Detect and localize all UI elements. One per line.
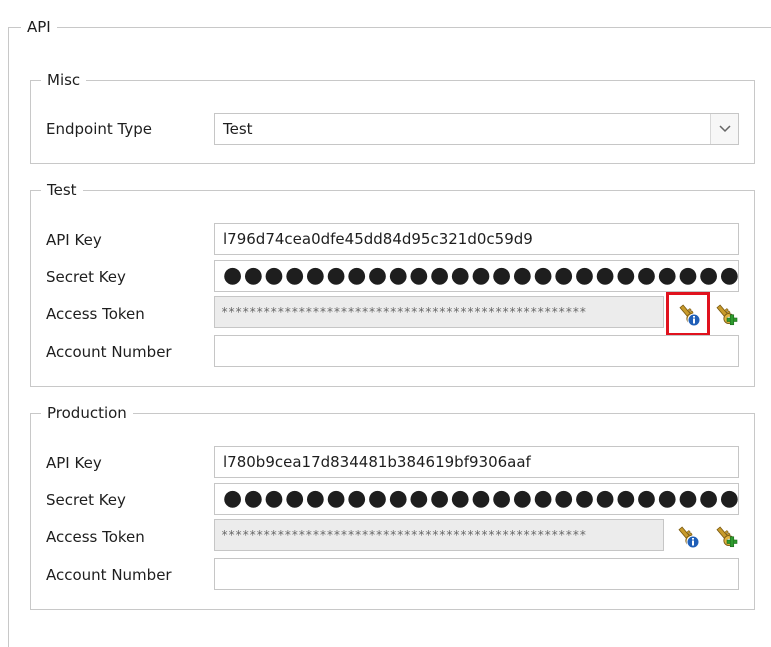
production-access-token-field: ****************************************… [214,519,664,551]
test-secret-key-label: Secret Key [46,268,126,286]
test-group-title: Test [41,180,83,200]
test-token-add-button[interactable] [708,297,742,331]
api-group-title: API [21,17,57,37]
test-token-info-button[interactable] [666,292,710,336]
production-access-token-label: Access Token [46,528,145,546]
test-account-number-label: Account Number [46,343,172,361]
production-token-info-button[interactable] [670,519,704,553]
key-info-icon [679,304,701,327]
test-api-key-label: API Key [46,231,102,249]
dropdown-button[interactable] [710,114,738,144]
production-token-add-button[interactable] [708,519,742,553]
production-account-number-field[interactable] [214,558,739,590]
endpoint-type-value: Test [223,120,253,138]
production-api-key-label: API Key [46,454,102,472]
key-add-icon [716,304,738,326]
key-add-icon [716,526,738,548]
test-account-number-field[interactable] [214,335,739,367]
production-secret-key-label: Secret Key [46,491,126,509]
production-api-key-field[interactable]: l780b9cea17d834481b384619bf9306aaf [214,446,739,478]
endpoint-type-select[interactable]: Test [214,113,739,145]
production-account-number-label: Account Number [46,566,172,584]
misc-group-title: Misc [41,70,87,90]
endpoint-type-label: Endpoint Type [46,120,152,138]
test-access-token-field: ****************************************… [214,296,664,328]
production-group-title: Production [41,403,133,423]
test-secret-key-field[interactable]: ●●●●●●●●●●●●●●●●●●●●●●●●●●●●●●●● [214,260,739,292]
test-access-token-label: Access Token [46,305,145,323]
production-secret-key-field[interactable]: ●●●●●●●●●●●●●●●●●●●●●●●●●●●●●●●● [214,483,739,515]
chevron-down-icon [718,125,731,133]
test-api-key-field[interactable]: l796d74cea0dfe45dd84d95c321d0c59d9 [214,223,739,255]
key-info-icon [678,526,700,549]
